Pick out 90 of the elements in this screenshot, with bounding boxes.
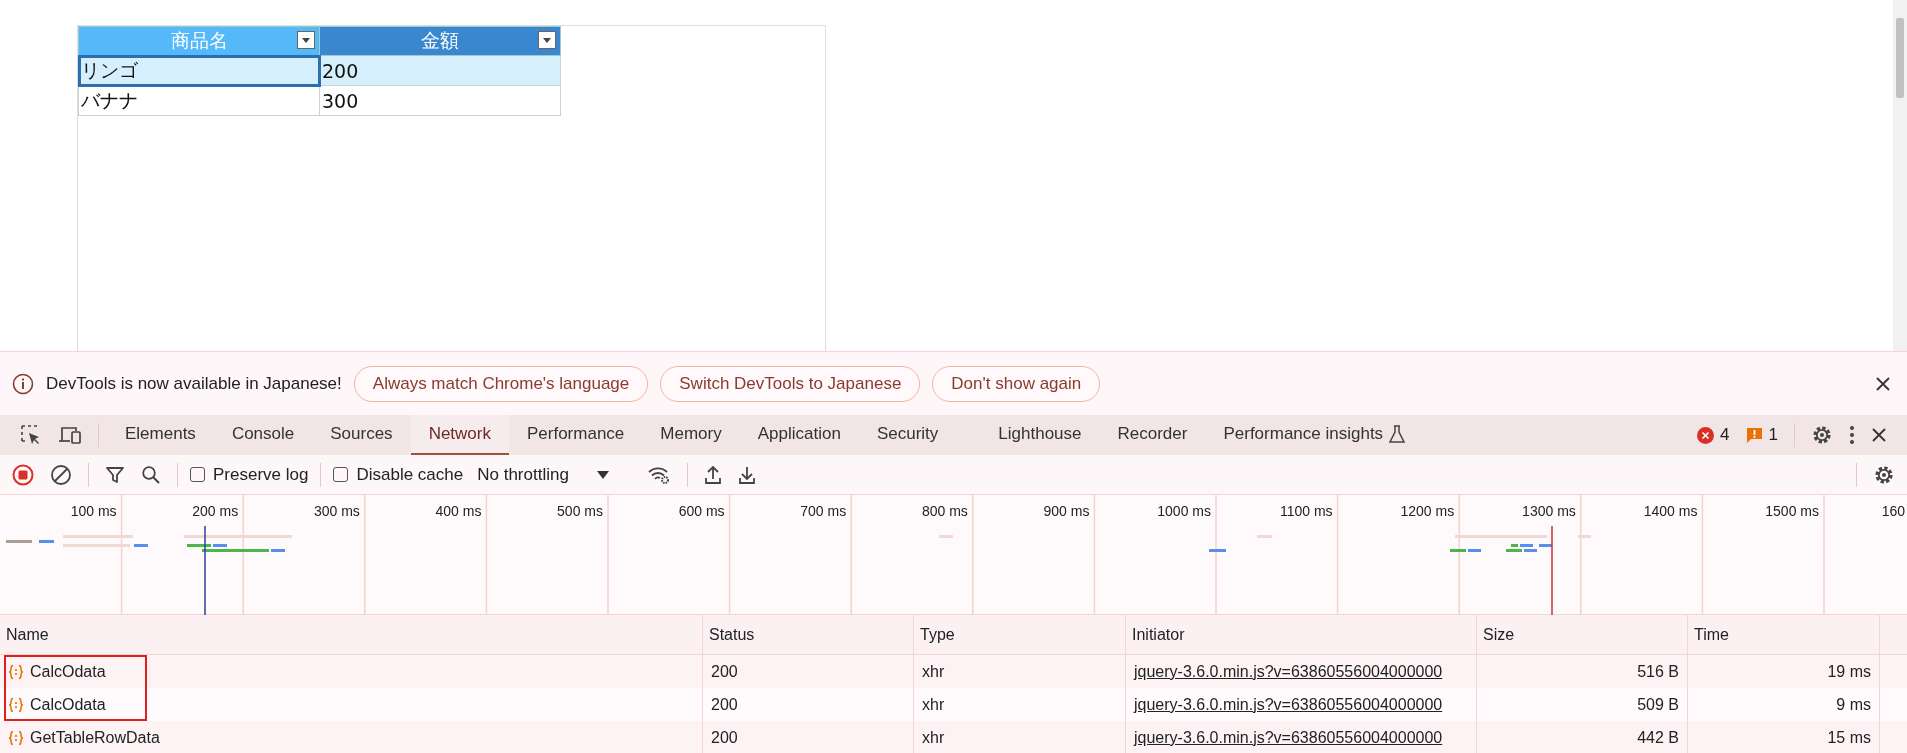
tab[interactable]: Elements bbox=[107, 415, 214, 455]
time-value: 15 ms bbox=[1827, 728, 1871, 747]
tab[interactable]: Recorder bbox=[1099, 415, 1206, 455]
time-tick-label: 400 ms bbox=[435, 503, 482, 519]
initiator-link[interactable]: jquery-3.6.0.min.js?v=63860556004000000 bbox=[1134, 695, 1443, 714]
time-tick-label: 200 ms bbox=[192, 503, 239, 519]
time-tick-label: 300 ms bbox=[313, 503, 360, 519]
tab[interactable]: Performance insights bbox=[1205, 415, 1424, 455]
status-code: 200 bbox=[711, 662, 738, 681]
time-tick-label: 100 ms bbox=[70, 503, 117, 519]
infobar-button[interactable]: Always match Chrome's language bbox=[353, 365, 649, 402]
device-toolbar-icon[interactable] bbox=[58, 424, 82, 446]
infobar-button[interactable]: Switch DevTools to Japanese bbox=[660, 365, 921, 402]
time-tick-label: 700 ms bbox=[800, 503, 847, 519]
column-header[interactable]: Time bbox=[1688, 615, 1880, 654]
initiator-link[interactable]: jquery-3.6.0.min.js?v=63860556004000000 bbox=[1134, 662, 1443, 681]
error-count[interactable]: 4 bbox=[1689, 415, 1738, 455]
tab[interactable]: Performance bbox=[509, 415, 643, 455]
size-value: 509 B bbox=[1637, 695, 1679, 714]
time-tick-label: 160 bbox=[1881, 503, 1905, 519]
triangle-icon bbox=[543, 37, 551, 43]
close-icon[interactable] bbox=[1871, 427, 1887, 443]
column-header[interactable]: Size bbox=[1477, 615, 1688, 654]
checkbox[interactable]: Disable cache bbox=[333, 464, 464, 485]
error-icon bbox=[1697, 426, 1715, 444]
request-name[interactable]: CalcOdata bbox=[30, 662, 106, 681]
warning-icon bbox=[1745, 426, 1763, 444]
tab[interactable]: Application bbox=[739, 415, 859, 455]
close-icon[interactable] bbox=[1875, 375, 1891, 392]
column-header[interactable]: Status bbox=[703, 615, 914, 654]
more-options-icon[interactable] bbox=[1849, 425, 1855, 445]
braces-icon bbox=[8, 696, 24, 713]
tab[interactable]: Lighthouse bbox=[980, 415, 1100, 455]
filter-dropdown-button[interactable] bbox=[297, 31, 315, 49]
column-header[interactable]: Initiator bbox=[1126, 615, 1477, 654]
request-type: xhr bbox=[922, 695, 945, 714]
checkbox[interactable]: Preserve log bbox=[190, 464, 309, 485]
warning-count[interactable]: 1 bbox=[1737, 415, 1786, 455]
time-tick-label: 1100 ms bbox=[1279, 503, 1333, 519]
column-header[interactable]: Type bbox=[914, 615, 1126, 654]
upload-icon[interactable] bbox=[703, 464, 722, 485]
infobar-button[interactable]: Don't show again bbox=[932, 365, 1101, 402]
size-value: 516 B bbox=[1637, 662, 1679, 681]
table-cell[interactable]: 300 bbox=[319, 85, 561, 116]
request-type: xhr bbox=[922, 728, 945, 747]
time-tick-label: 1000 ms bbox=[1157, 503, 1211, 519]
search-icon[interactable] bbox=[141, 464, 161, 485]
time-tick-label: 900 ms bbox=[1043, 503, 1090, 519]
time-value: 19 ms bbox=[1827, 662, 1871, 681]
tab[interactable]: Network bbox=[410, 415, 509, 455]
stop-recording-icon[interactable] bbox=[12, 463, 34, 486]
time-tick-label: 1400 ms bbox=[1643, 503, 1698, 519]
table-cell[interactable]: 200 bbox=[319, 55, 561, 86]
tab[interactable]: Memory bbox=[642, 415, 740, 455]
time-tick-label: 800 ms bbox=[921, 503, 968, 519]
braces-icon bbox=[8, 729, 24, 746]
filter-icon[interactable] bbox=[105, 464, 125, 485]
info-icon bbox=[12, 372, 34, 395]
time-value: 9 ms bbox=[1836, 695, 1871, 714]
time-tick-label: 600 ms bbox=[678, 503, 725, 519]
time-tick-label: 500 ms bbox=[557, 503, 603, 519]
column-header[interactable]: Name bbox=[0, 615, 703, 654]
request-type: xhr bbox=[922, 662, 945, 681]
size-value: 442 B bbox=[1637, 728, 1679, 747]
tab[interactable]: Console bbox=[213, 415, 313, 455]
table-cell[interactable]: リンゴ bbox=[78, 55, 320, 86]
request-name[interactable]: CalcOdata bbox=[30, 695, 106, 714]
time-tick-label: 1500 ms bbox=[1765, 503, 1819, 519]
request-name[interactable]: GetTableRowData bbox=[30, 728, 160, 747]
time-tick-label: 1200 ms bbox=[1400, 503, 1455, 519]
initiator-link[interactable]: jquery-3.6.0.min.js?v=63860556004000000 bbox=[1134, 728, 1443, 747]
table-cell[interactable]: バナナ bbox=[78, 85, 320, 116]
caret-icon bbox=[596, 470, 609, 479]
filter-dropdown-button[interactable] bbox=[538, 31, 556, 49]
tab[interactable]: Security bbox=[858, 415, 957, 455]
info-message: DevTools is now available in Japanese! bbox=[46, 373, 342, 394]
status-code: 200 bbox=[711, 728, 738, 747]
download-icon[interactable] bbox=[737, 464, 756, 485]
clear-icon[interactable] bbox=[50, 463, 72, 486]
time-tick-label: 1300 ms bbox=[1522, 503, 1576, 519]
braces-icon bbox=[8, 663, 24, 680]
inspect-element-icon[interactable] bbox=[20, 424, 42, 446]
triangle-icon bbox=[302, 37, 310, 43]
column-header[interactable]: 金額 bbox=[319, 26, 561, 56]
scrollbar[interactable] bbox=[1893, 0, 1907, 351]
throttling-dropdown[interactable]: No throttling bbox=[477, 464, 609, 485]
tab[interactable]: Sources bbox=[312, 415, 411, 455]
settings-icon[interactable] bbox=[1873, 463, 1895, 486]
settings-icon[interactable] bbox=[1811, 424, 1833, 446]
status-code: 200 bbox=[711, 695, 738, 714]
